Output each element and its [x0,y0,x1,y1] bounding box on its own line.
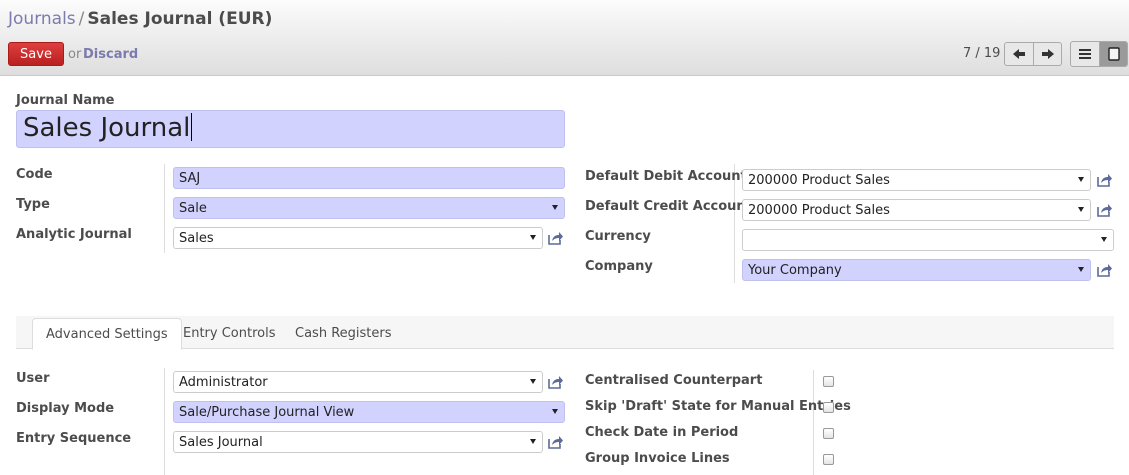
group-invoice-lines-checkbox[interactable] [823,454,834,465]
default-debit-account-select[interactable]: 200000 Product Sales [742,169,1091,191]
currency-value [742,229,1114,251]
skip-draft-state-checkbox[interactable] [823,402,834,413]
currency-label: Currency [585,229,651,244]
entry-sequence-label: Entry Sequence [16,431,132,446]
advanced-right-divider [813,370,814,475]
form-view-button[interactable] [1099,42,1127,66]
user-value: Administrator [173,371,543,393]
arrow-left-icon [1013,49,1025,59]
caret-down-icon [529,377,537,385]
pager-next-button[interactable] [1033,43,1061,65]
pager-previous-button[interactable] [1005,43,1033,65]
skip-draft-state-label: Skip 'Draft' State for Manual Entries [585,399,851,414]
external-link-icon[interactable] [546,433,564,451]
discard-link[interactable]: Discard [83,47,138,62]
type-value: Sale [173,197,565,219]
text-cursor [191,113,193,141]
tab-advanced-settings[interactable]: Advanced Settings [32,318,182,350]
default-debit-account-value: 200000 Product Sales [742,169,1091,191]
journal-name-label: Journal Name [16,93,115,108]
display-mode-value: Sale/Purchase Journal View [173,401,565,423]
breadcrumb-journals-link[interactable]: Journals [8,9,76,29]
save-button[interactable]: Save [8,42,64,66]
external-link-icon[interactable] [546,229,564,247]
default-credit-account-select[interactable]: 200000 Product Sales [742,199,1091,221]
centralised-counterpart-checkbox[interactable] [823,376,834,387]
caret-down-icon [1077,205,1085,213]
caret-down-icon [529,437,537,445]
left-group-divider [164,164,165,253]
type-label: Type [16,197,50,212]
tab-cash-registers[interactable]: Cash Registers [282,318,404,350]
journal-name-input[interactable]: Sales Journal [16,110,565,148]
company-select[interactable]: Your Company [742,259,1091,281]
tab-entry-controls[interactable]: Entry Controls [170,318,289,350]
arrow-right-icon [1041,49,1054,59]
advanced-left-divider [164,368,165,475]
form-view-icon [1107,47,1120,61]
list-view-button[interactable] [1071,42,1099,66]
check-date-in-period-checkbox[interactable] [823,428,834,439]
caret-down-icon [529,233,537,241]
analytic-journal-select[interactable]: Sales [173,227,543,249]
caret-down-icon [1077,265,1085,273]
code-label: Code [16,167,53,182]
user-label: User [16,371,50,386]
breadcrumb: Journals / Sales Journal (EUR) [8,9,272,29]
breadcrumb-separator: / [78,9,85,29]
default-debit-account-label: Default Debit Account [585,169,747,184]
pager-value: 7 / 19 [963,46,1001,61]
external-link-icon[interactable] [546,373,564,391]
display-mode-label: Display Mode [16,401,115,416]
company-value: Your Company [742,259,1091,281]
analytic-journal-label: Analytic Journal [16,227,132,242]
display-mode-select[interactable]: Sale/Purchase Journal View [173,401,565,423]
journal-name-value: Sales Journal [23,113,191,143]
external-link-icon[interactable] [1095,261,1113,279]
caret-down-icon [1077,175,1085,183]
list-icon [1079,49,1091,59]
default-credit-account-value: 200000 Product Sales [742,199,1091,221]
external-link-icon[interactable] [1095,201,1113,219]
type-select[interactable]: Sale [173,197,565,219]
check-date-in-period-label: Check Date in Period [585,425,739,440]
code-input[interactable]: SAJ [173,167,565,189]
external-link-icon[interactable] [1095,171,1113,189]
user-select[interactable]: Administrator [173,371,543,393]
view-switcher [1070,41,1128,67]
group-invoice-lines-label: Group Invoice Lines [585,451,730,466]
pager-buttons [1004,42,1062,66]
entry-sequence-select[interactable]: Sales Journal [173,431,543,453]
centralised-counterpart-label: Centralised Counterpart [585,373,763,388]
control-panel: Journals / Sales Journal (EUR) Save or Dis… [0,0,1129,76]
entry-sequence-value: Sales Journal [173,431,543,453]
company-label: Company [585,259,653,274]
or-text: or [68,47,82,62]
page-title: Sales Journal (EUR) [87,9,273,29]
caret-down-icon [1100,235,1108,243]
analytic-journal-value: Sales [173,227,543,249]
caret-down-icon [551,407,559,415]
currency-select[interactable] [742,229,1114,251]
default-credit-account-label: Default Credit Account [585,199,752,214]
caret-down-icon [551,203,559,211]
